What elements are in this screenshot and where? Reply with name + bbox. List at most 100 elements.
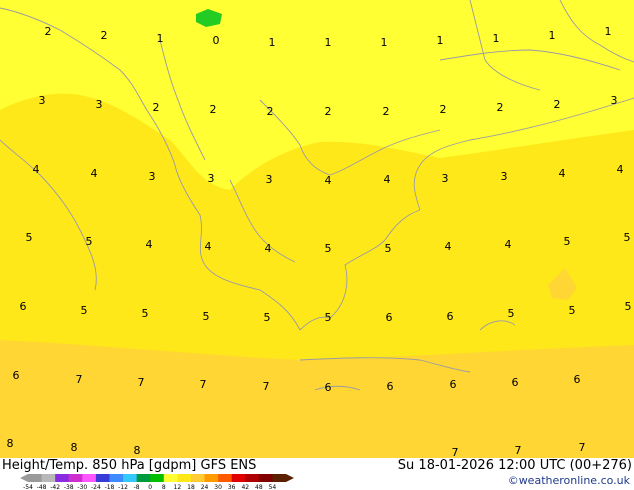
colorbar-tick-label: -12 bbox=[118, 484, 128, 490]
colorbar-tick-label: 24 bbox=[201, 484, 209, 490]
colorbar-tick-label: 48 bbox=[255, 484, 263, 490]
value-label: 7 bbox=[579, 441, 586, 454]
value-label: 4 bbox=[505, 238, 512, 251]
value-label: 4 bbox=[91, 167, 98, 180]
weather-map: 2 2 1 0 1 1 1 1 1 1 1 3 3 2 2 2 2 2 2 2 2 3 4 4 3 3 3 4 4 3 3 4 4 5 5 4 4 4 5 5… bbox=[0, 0, 634, 458]
value-label: 4 bbox=[384, 173, 391, 186]
value-label: 1 bbox=[381, 36, 388, 49]
value-label: 5 bbox=[325, 311, 332, 324]
value-label: 3 bbox=[501, 170, 508, 183]
colorbar-tick-label: 54 bbox=[269, 484, 277, 490]
colorbar-swatch bbox=[258, 474, 273, 482]
value-label: 7 bbox=[263, 380, 270, 393]
value-label: 2 bbox=[440, 103, 447, 116]
value-label: 7 bbox=[200, 378, 207, 391]
value-label: 5 bbox=[203, 310, 210, 323]
value-label: 3 bbox=[442, 172, 449, 185]
credit-link[interactable]: ©weatheronline.co.uk bbox=[508, 474, 630, 487]
value-label: 3 bbox=[208, 172, 215, 185]
value-label: 6 bbox=[325, 381, 332, 394]
value-label: 2 bbox=[45, 25, 52, 38]
colorbar-swatch bbox=[68, 474, 83, 482]
colorbar-swatch bbox=[177, 474, 192, 482]
value-label: 4 bbox=[205, 240, 212, 253]
value-label: 5 bbox=[142, 307, 149, 320]
value-label: 6 bbox=[447, 310, 454, 323]
value-label: 5 bbox=[325, 242, 332, 255]
value-label: 6 bbox=[387, 380, 394, 393]
colorbar-tick-label: -38 bbox=[64, 484, 74, 490]
colorbar-swatch bbox=[272, 474, 287, 482]
value-label: 8 bbox=[134, 444, 141, 457]
colorbar-arrow-right bbox=[286, 474, 294, 482]
value-label: 2 bbox=[267, 105, 274, 118]
colorbar-swatch bbox=[41, 474, 56, 482]
value-label: 1 bbox=[549, 29, 556, 42]
value-label: 2 bbox=[101, 29, 108, 42]
value-label: 5 bbox=[81, 304, 88, 317]
colorbar-swatch bbox=[245, 474, 260, 482]
colorbar-tick-label: 18 bbox=[187, 484, 195, 490]
colorbar-tick-label: 30 bbox=[214, 484, 222, 490]
value-label: 4 bbox=[617, 163, 624, 176]
value-label: 1 bbox=[269, 36, 276, 49]
colorbar-arrow-left bbox=[20, 474, 28, 482]
value-label: 4 bbox=[265, 242, 272, 255]
value-label: 4 bbox=[559, 167, 566, 180]
colorbar-tick-label: -54 bbox=[23, 484, 33, 490]
colorbar: -54 -48 -42 -38 -30 -24 -18 -12 -8 0 8 12 18 24 30 36 42… bbox=[20, 474, 294, 490]
value-label: 3 bbox=[149, 170, 156, 183]
value-label: 6 bbox=[20, 300, 27, 313]
value-label: 5 bbox=[86, 235, 93, 248]
value-label: 2 bbox=[153, 101, 160, 114]
value-label: 1 bbox=[157, 32, 164, 45]
value-label: 6 bbox=[386, 311, 393, 324]
value-label: 3 bbox=[39, 94, 46, 107]
colorbar-tick-label: -42 bbox=[50, 484, 60, 490]
colorbar-swatch bbox=[82, 474, 97, 482]
colorbar-tick-label: -48 bbox=[37, 484, 47, 490]
value-label: 4 bbox=[146, 238, 153, 251]
colorbar-swatch bbox=[136, 474, 151, 482]
colorbar-tick-label: 12 bbox=[174, 484, 182, 490]
value-label: 6 bbox=[450, 378, 457, 391]
value-label: 2 bbox=[497, 101, 504, 114]
value-label: 2 bbox=[210, 103, 217, 116]
value-label: 5 bbox=[264, 311, 271, 324]
value-label: 6 bbox=[13, 369, 20, 382]
value-label: 1 bbox=[493, 32, 500, 45]
value-label: 6 bbox=[512, 376, 519, 389]
value-label: 4 bbox=[33, 163, 40, 176]
value-label: 5 bbox=[624, 231, 631, 244]
value-label: 5 bbox=[564, 235, 571, 248]
value-label: 5 bbox=[385, 242, 392, 255]
valid-time: Su 18-01-2026 12:00 UTC (00+276) bbox=[397, 458, 632, 473]
map-title: Height/Temp. 850 hPa [gdpm] GFS ENS bbox=[2, 458, 257, 473]
value-label: 3 bbox=[266, 173, 273, 186]
colorbar-tick-label: -30 bbox=[77, 484, 87, 490]
value-label: 3 bbox=[96, 98, 103, 111]
colorbar-swatch bbox=[28, 474, 42, 482]
value-label: 7 bbox=[76, 373, 83, 386]
value-label: 0 bbox=[213, 34, 220, 47]
colorbar-tick-label: -8 bbox=[134, 484, 140, 490]
value-label: 3 bbox=[611, 94, 618, 107]
value-label: 7 bbox=[138, 376, 145, 389]
colorbar-swatch bbox=[95, 474, 110, 482]
colorbar-swatch bbox=[204, 474, 219, 482]
colorbar-tick-label: 0 bbox=[148, 484, 152, 490]
footer-bar: Height/Temp. 850 hPa [gdpm] GFS ENS Su 1… bbox=[0, 458, 634, 490]
value-label: 4 bbox=[445, 240, 452, 253]
value-label: 8 bbox=[71, 441, 78, 454]
colorbar-swatch bbox=[163, 474, 178, 482]
value-label: 4 bbox=[325, 174, 332, 187]
colorbar-swatch bbox=[190, 474, 205, 482]
value-label: 6 bbox=[574, 373, 581, 386]
value-label: 7 bbox=[515, 444, 522, 457]
colorbar-swatch bbox=[231, 474, 246, 482]
value-label: 1 bbox=[325, 36, 332, 49]
colorbar-tick-label: 42 bbox=[241, 484, 249, 490]
value-label: 7 bbox=[452, 446, 459, 458]
colorbar-swatch bbox=[150, 474, 165, 482]
colorbar-tick-label: -24 bbox=[91, 484, 101, 490]
